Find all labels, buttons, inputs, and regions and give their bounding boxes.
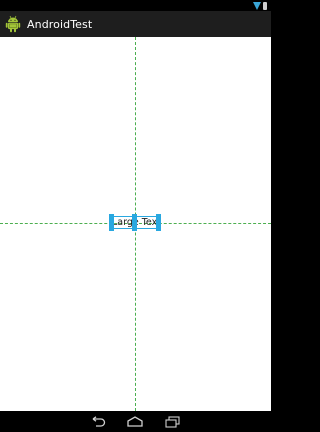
resize-handle-center[interactable]: [132, 214, 137, 231]
home-icon: [127, 415, 143, 427]
recents-button[interactable]: [163, 414, 181, 429]
action-bar: AndroidTest: [0, 11, 271, 37]
home-button[interactable]: [126, 414, 144, 429]
status-icons: [253, 1, 267, 10]
layout-canvas[interactable]: Large Text: [0, 37, 271, 411]
battery-icon: [263, 1, 267, 10]
device-screen: AndroidTest Large Text: [0, 0, 271, 432]
back-icon: [92, 415, 106, 427]
wifi-icon: [253, 1, 261, 10]
android-icon: [5, 15, 21, 33]
back-button[interactable]: [89, 414, 107, 429]
resize-handle-left[interactable]: [109, 214, 114, 231]
recents-icon: [165, 415, 180, 428]
app-title: AndroidTest: [27, 17, 93, 31]
resize-handle-right[interactable]: [156, 214, 161, 231]
navigation-bar: [0, 411, 271, 432]
status-bar: [0, 0, 271, 11]
